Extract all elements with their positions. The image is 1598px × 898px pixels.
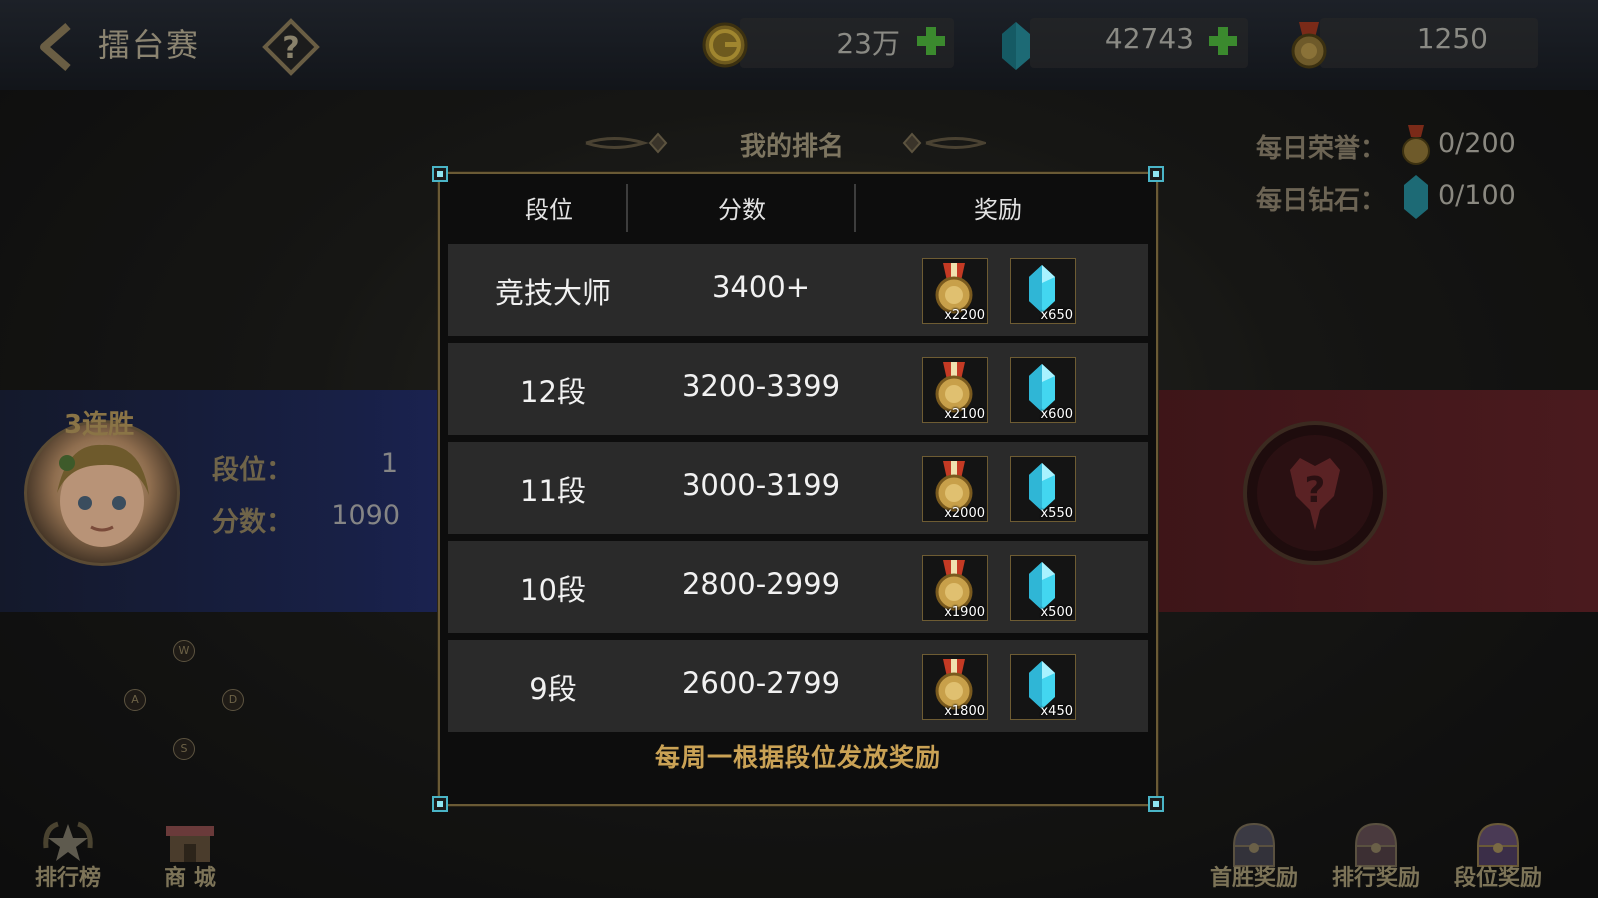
joystick-left-key[interactable]: A [124,689,146,711]
score-cell: 3200-3399 [681,369,841,403]
medal-reward-qty: x1900 [944,605,985,620]
medal-reward-slot[interactable]: x2000 [922,456,988,522]
player-tier-value: 1 [380,448,398,479]
joystick-down-key[interactable]: S [173,738,195,760]
tier-cell: 竞技大师 [494,276,611,310]
medal-reward-slot[interactable]: x2200 [922,258,988,324]
daily-diamond-label: 每日钻石： [1256,186,1387,216]
player-score-label: 分数： [212,507,293,538]
honor-medal-icon [1402,125,1430,165]
medal-reward-qty: x2100 [944,407,985,422]
diamond-reward-qty: x650 [1040,308,1073,323]
nav-rank-reward[interactable]: 排行奖励 [1326,818,1426,892]
medal-reward-qty: x2200 [944,308,985,323]
tier-cell: 9段 [529,672,577,706]
nav-shop-label: 商 城 [164,866,216,891]
daily-diamond-value: 0/100 [1438,180,1516,211]
nav-leaderboard-label: 排行榜 [34,866,101,891]
nav-tier-reward-label: 段位奖励 [1453,866,1542,891]
diamond-reward-slot[interactable]: x650 [1010,258,1076,324]
table-row: 竞技大师 3400+ x2200 x650 [448,244,1148,336]
column-header-reward: 奖励 [974,196,1022,224]
my-ranking-title: 我的排名 [740,132,845,162]
reward-schedule-note: 每周一根据段位发放奖励 [654,743,941,772]
diamond-reward-slot[interactable]: x550 [1010,456,1076,522]
tier-cell: 12段 [520,375,586,409]
hero-portrait-icon [57,444,149,547]
nav-leaderboard[interactable]: 排行榜 [18,818,118,892]
add-gold-plus-icon[interactable] [914,24,948,58]
tier-cell: 11段 [520,474,586,508]
honor-medal-icon [1291,22,1327,69]
nav-tier-reward[interactable]: 段位奖励 [1448,818,1548,892]
column-divider [626,184,628,232]
right-ornament-icon [902,132,986,154]
medal-reward-qty: x2000 [944,506,985,521]
nav-first-win-reward[interactable]: 首胜奖励 [1204,818,1304,892]
left-ornament-icon [585,132,668,154]
add-diamond-plus-icon[interactable] [1206,24,1240,58]
diamond-reward-slot[interactable]: x500 [1010,555,1076,621]
diamond-reward-slot[interactable]: x600 [1010,357,1076,423]
player-score-value: 1090 [331,500,400,531]
svg-text:?: ? [282,31,299,66]
table-row: 12段 3200-3399 x2100 x600 [448,343,1148,435]
help-icon[interactable]: ? [262,18,320,76]
table-row: 9段 2600-2799 x1800 x450 [448,640,1148,732]
tier-cell: 10段 [520,573,586,607]
nav-shop[interactable]: 商 城 [140,818,240,892]
page-title: 擂台赛 [98,26,201,64]
gold-amount: 23万 [836,27,900,60]
diamond-reward-qty: x500 [1040,605,1073,620]
back-arrow-icon[interactable] [34,22,80,72]
win-streak-label: 3连胜 [64,410,135,440]
diamond-icon [1404,175,1428,219]
table-row: 11段 3000-3199 x2000 x550 [448,442,1148,534]
daily-honor-value: 0/200 [1438,128,1516,159]
player-tier-label: 段位： [212,455,293,486]
nav-first-win-reward-label: 首胜奖励 [1209,866,1298,891]
random-opponent-emblem-icon[interactable]: ? [1240,418,1390,568]
svg-text:?: ? [1305,470,1326,511]
score-cell: 3400+ [711,270,811,304]
nav-rank-reward-label: 排行奖励 [1331,866,1420,891]
medal-reward-slot[interactable]: x2100 [922,357,988,423]
table-row: 10段 2800-2999 x1900 x500 [448,541,1148,633]
diamond-reward-qty: x450 [1040,704,1073,719]
diamond-reward-slot[interactable]: x450 [1010,654,1076,720]
joystick-up-key[interactable]: W [173,640,195,662]
diamond-reward-qty: x550 [1040,506,1073,521]
frame-corner [432,796,448,812]
score-cell: 2800-2999 [681,567,841,601]
diamond-icon [1002,22,1030,70]
score-cell: 2600-2799 [681,666,841,700]
column-header-score: 分数 [718,196,766,224]
medal-reward-qty: x1800 [944,704,985,719]
daily-honor-label: 每日荣誉： [1256,134,1387,164]
medal-reward-slot[interactable]: x1900 [922,555,988,621]
honor-amount: 1250 [1416,22,1488,55]
joystick-right-key[interactable]: D [222,689,244,711]
table-header: 段位 分数 奖励 [440,174,1156,238]
gold-coin-icon [702,22,748,68]
medal-reward-slot[interactable]: x1800 [922,654,988,720]
player-avatar[interactable] [24,420,180,566]
tier-reward-dialog: 段位 分数 奖励 竞技大师 3400+ x2200 x650 12段 3200-3399 x… [432,166,1164,812]
diamond-amount: 42743 [1104,22,1194,55]
column-divider [854,184,856,232]
frame-corner [1148,796,1164,812]
score-cell: 3000-3199 [681,468,841,502]
diamond-reward-qty: x600 [1040,407,1073,422]
